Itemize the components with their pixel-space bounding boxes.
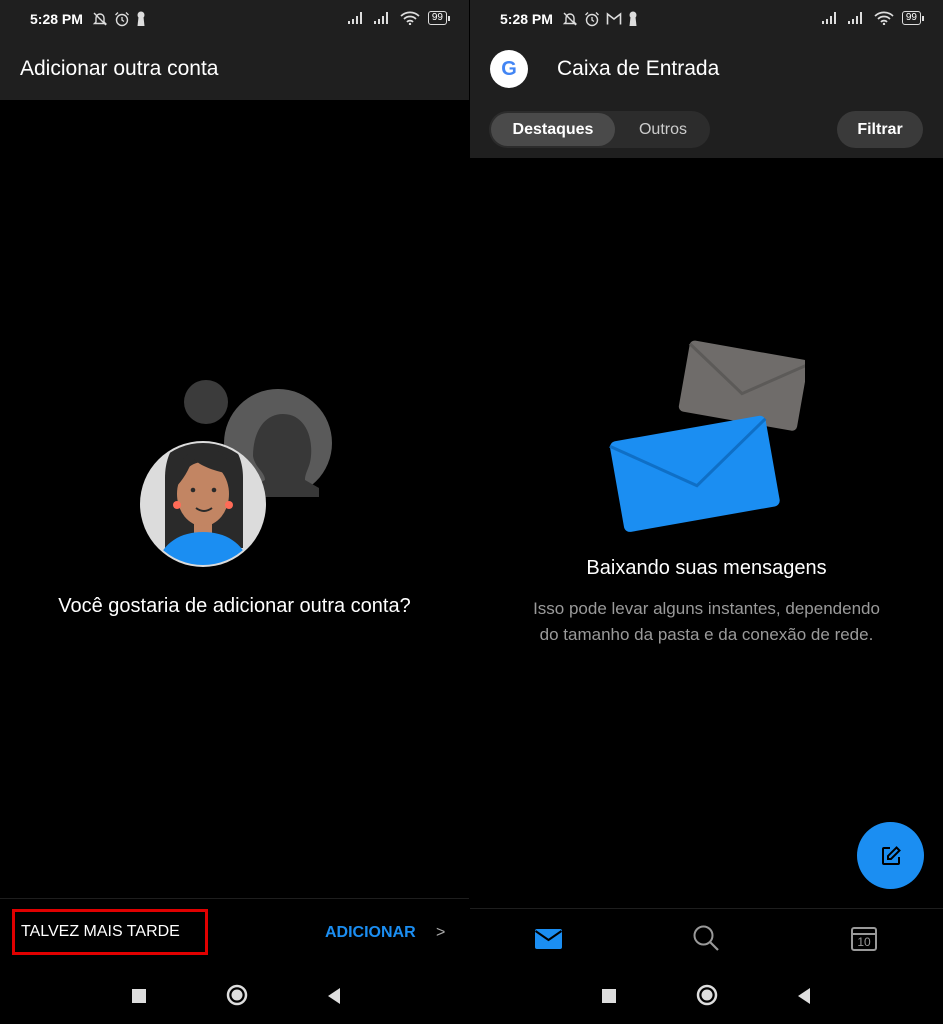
square-recent-icon[interactable]	[131, 988, 147, 1004]
page-title: Adicionar outra conta	[20, 57, 219, 80]
calendar-icon[interactable]: 10	[850, 924, 878, 952]
status-bar: 5:28 PM 99	[0, 0, 469, 40]
status-time: 5:28 PM	[30, 11, 83, 27]
signal-icon	[373, 12, 388, 24]
add-account-illustration	[140, 380, 332, 567]
signal-icon	[847, 12, 862, 24]
status-right-icons: 99	[347, 11, 451, 25]
mute-icon	[562, 12, 578, 26]
add-account-question: Você gostaria de adicionar outra conta?	[58, 595, 411, 617]
keyhole-icon	[629, 11, 637, 26]
battery-icon: 99	[427, 11, 451, 25]
tab-focused[interactable]: Destaques	[491, 113, 615, 146]
search-icon[interactable]	[692, 924, 720, 952]
system-nav-bar	[470, 965, 943, 1024]
envelopes-illustration	[609, 340, 805, 532]
alarm-icon	[115, 12, 129, 27]
square-recent-icon[interactable]	[601, 988, 617, 1004]
add-account-screen: 5:28 PM 99 Adicionar outra conta Você go…	[0, 0, 469, 1024]
circle-home-icon[interactable]	[696, 984, 718, 1006]
compose-button[interactable]	[857, 822, 924, 889]
page-title: Caixa de Entrada	[557, 57, 720, 80]
chevron-right-icon[interactable]: >	[436, 924, 445, 942]
bottom-tab-bar: 10	[470, 909, 943, 965]
filter-button[interactable]: Filtrar	[837, 111, 923, 148]
inbox-screen: 5:28 PM 99 G Caixa de Entrada Destaques …	[470, 0, 943, 1024]
tab-other[interactable]: Outros	[619, 113, 707, 146]
alarm-icon	[585, 12, 599, 27]
gmail-icon	[606, 12, 622, 25]
maybe-later-button[interactable]: TALVEZ MAIS TARDE	[12, 909, 208, 955]
status-time: 5:28 PM	[500, 11, 553, 27]
battery-icon: 99	[901, 11, 925, 25]
inbox-filter-bar: Destaques Outros Filtrar	[470, 100, 943, 158]
keyhole-icon	[137, 11, 145, 26]
circle-home-icon[interactable]	[226, 984, 248, 1006]
app-bar: Adicionar outra conta	[0, 40, 469, 100]
status-right-icons: 99	[821, 11, 925, 25]
mute-icon	[92, 12, 108, 26]
add-button[interactable]: ADICIONAR	[325, 924, 416, 942]
divider	[0, 898, 469, 899]
calendar-day: 10	[857, 935, 871, 949]
wifi-icon	[874, 11, 894, 25]
signal-icon	[347, 12, 362, 24]
maybe-later-label: TALVEZ MAIS TARDE	[21, 923, 180, 940]
google-account-icon[interactable]: G	[490, 50, 528, 88]
signal-icon	[821, 12, 836, 24]
status-left-icons	[92, 11, 146, 27]
wifi-icon	[400, 11, 420, 25]
inbox-segmented-control: Destaques Outros	[489, 111, 710, 148]
google-logo-letter: G	[501, 57, 517, 80]
triangle-back-icon[interactable]	[796, 987, 812, 1005]
mail-icon[interactable]	[534, 928, 563, 950]
system-nav-bar	[0, 965, 469, 1024]
triangle-back-icon[interactable]	[326, 987, 342, 1005]
compose-icon	[881, 845, 901, 865]
status-left-icons	[562, 11, 638, 27]
app-bar: G Caixa de Entrada	[470, 40, 943, 100]
downloading-title: Baixando suas mensagens	[586, 557, 827, 579]
status-bar: 5:28 PM 99	[470, 0, 943, 40]
downloading-description: Isso pode levar alguns instantes, depend…	[533, 599, 880, 644]
